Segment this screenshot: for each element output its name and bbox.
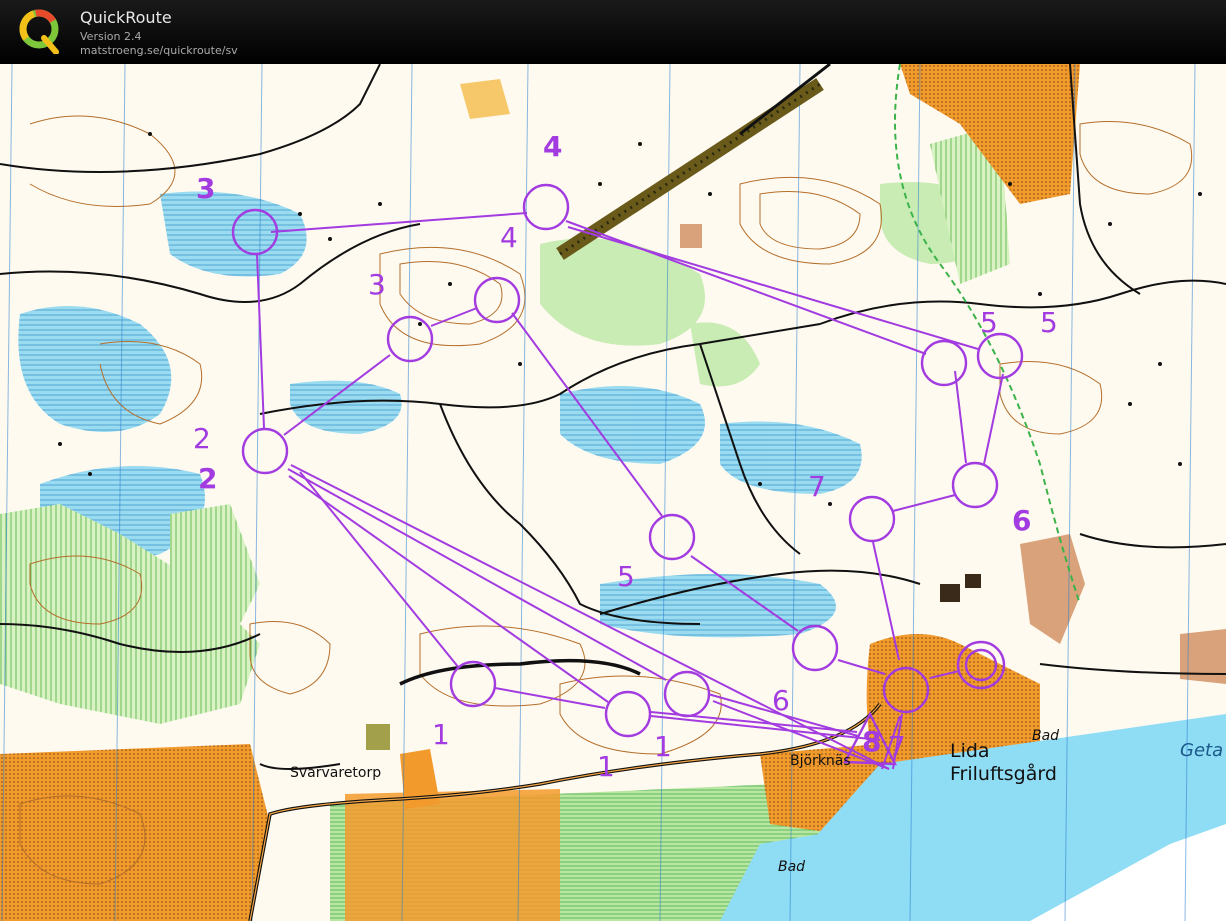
control-number: 2 [198,462,217,495]
control-number: 8 [862,725,881,758]
label-geta: Geta [1180,740,1223,761]
label-lida: Lida [950,740,990,762]
app-title: QuickRoute [80,8,172,27]
app-url[interactable]: matstroeng.se/quickroute/sv [80,44,238,57]
label-bjorknas: Björknäs [790,753,851,769]
control-number: 4 [543,130,562,163]
control-number: 2 [193,422,211,455]
control-number: 6 [1012,504,1031,537]
control-number: 5 [1040,306,1058,339]
control-number: 6 [772,684,790,717]
control-number: 5 [980,306,998,339]
label-bad-south: Bad [778,859,805,875]
control-number: 1 [654,730,672,763]
control-number: 7 [888,730,906,763]
control-number: 3 [368,268,386,301]
orienteering-map[interactable]: 3 4 4 3 5 5 2 2 7 6 5 6 1 1 1 8 7 Svarva… [0,64,1226,921]
control-number: 1 [597,750,615,783]
map-canvas[interactable]: 3 4 4 3 5 5 2 2 7 6 5 6 1 1 1 8 7 Svarva… [0,64,1226,921]
control-number: 3 [196,172,215,205]
control-number: 4 [500,221,518,254]
control-number: 1 [432,718,450,751]
quickroute-logo-icon [19,9,59,54]
label-friluftsgard: Friluftsgård [950,762,1057,785]
control-number: 7 [808,470,826,503]
control-number: 5 [617,560,635,593]
label-svarvaretorp: Svarvaretorp [290,765,381,781]
app-version: Version 2.4 [80,30,142,43]
label-bad-north: Bad [1032,728,1059,744]
title-bar: QuickRoute Version 2.4 matstroeng.se/qui… [0,0,1226,64]
